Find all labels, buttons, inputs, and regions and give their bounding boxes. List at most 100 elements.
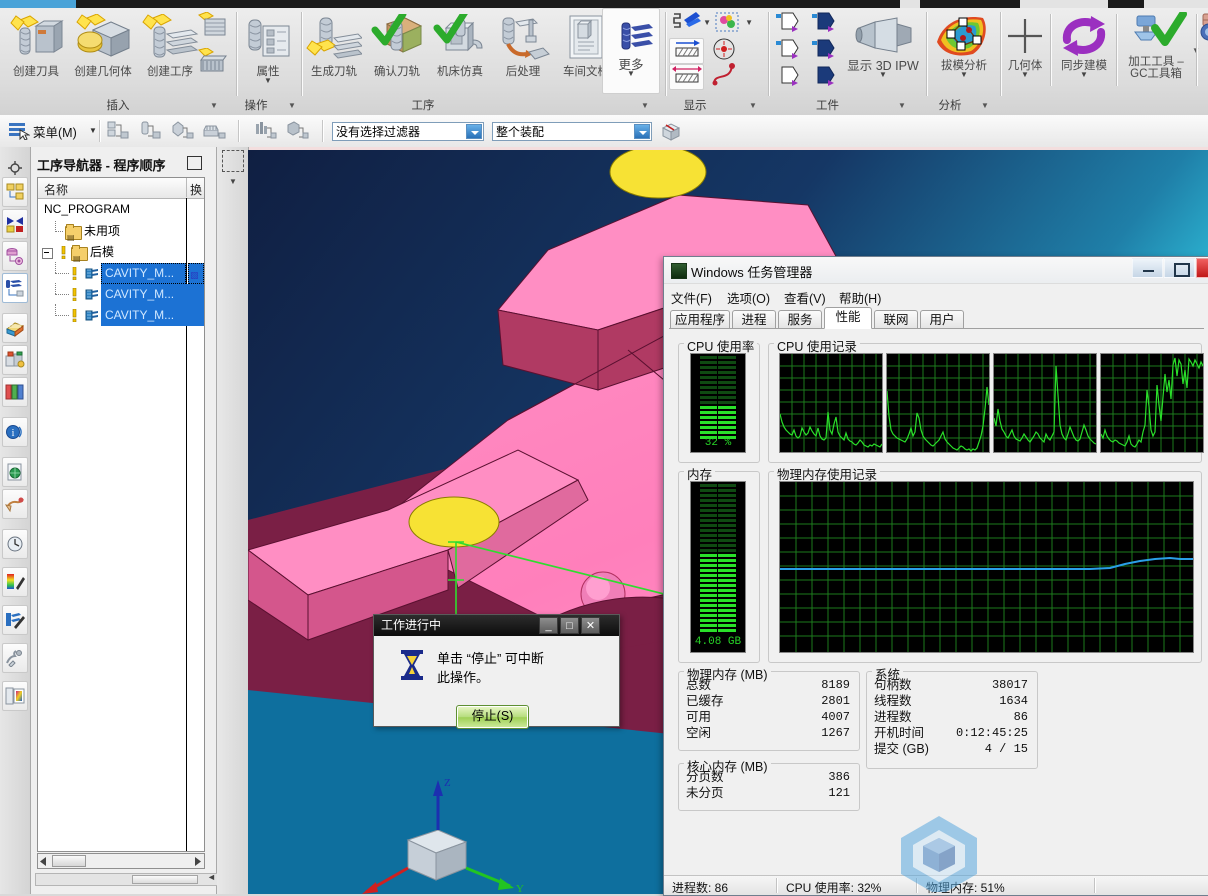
ribbon-button-ipw-5[interactable] xyxy=(772,64,804,90)
ribbon-button-draft-analysis[interactable]: 拔模分析 ▼ xyxy=(930,12,998,79)
tree-row-nc-program[interactable]: NC_PROGRAM xyxy=(38,199,204,220)
chevron-down-icon[interactable] xyxy=(466,124,482,139)
dialog-close-button[interactable]: ✕ xyxy=(581,617,600,634)
toolbar-button-geometry-view[interactable] xyxy=(170,120,194,145)
tab-users[interactable]: 用户 xyxy=(920,310,964,329)
ribbon-button-display-point[interactable] xyxy=(709,36,739,62)
ribbon-button-machining-toolbox[interactable]: 加工工具 – GC工具箱 xyxy=(1120,12,1192,80)
draft-analysis-caret[interactable]: ▼ xyxy=(930,71,998,79)
ribbon-button-show-3d-ipw[interactable]: 显示 3D IPW ▼ xyxy=(844,14,922,79)
ribbon-button-display-hatch-1[interactable] xyxy=(669,38,704,64)
display-section-caret[interactable]: ▼ xyxy=(745,19,753,27)
active-ribbon-tab[interactable] xyxy=(0,0,76,8)
tab-networking[interactable]: 联网 xyxy=(874,310,918,329)
ribbon-button-machine-simulation[interactable]: 机床仿真 xyxy=(429,14,491,78)
more-dropdown-caret[interactable]: ▼ xyxy=(603,70,659,78)
rail-item-roles[interactable] xyxy=(2,681,28,711)
display-toolpath-caret[interactable]: ▼ xyxy=(703,19,711,27)
rail-item-history-palette[interactable] xyxy=(2,489,28,519)
rail-item-assembly-navigator[interactable] xyxy=(2,177,28,207)
toolbar-button-program-order[interactable] xyxy=(106,120,130,145)
ribbon-button-ipw-1[interactable] xyxy=(772,10,804,36)
ribbon-button-create-tool[interactable]: 创建刀具 xyxy=(5,14,67,78)
task-manager-tabs[interactable]: 应用程序 进程 服务 性能 联网 用户 xyxy=(664,306,1208,329)
ribbon-button-generate-toolpath[interactable]: 生成刀轨 xyxy=(303,14,365,78)
rail-item-part-navigator[interactable] xyxy=(2,241,28,271)
ribbon-button-insert-extra-2[interactable] xyxy=(190,48,228,78)
ribbon-button-ipw-3[interactable] xyxy=(772,37,804,63)
tab-services[interactable]: 服务 xyxy=(778,310,822,329)
ribbon-button-ipw-4[interactable] xyxy=(808,37,840,63)
tree-row-operation-2[interactable]: CAVITY_M... xyxy=(38,283,204,305)
menu-button[interactable]: 菜单(M) xyxy=(33,122,77,141)
synchronous-modeling-caret[interactable]: ▼ xyxy=(1054,71,1114,79)
rail-item-operation-navigator[interactable] xyxy=(2,273,28,303)
ribbon-button-display-toolpath[interactable]: ▼ xyxy=(669,10,711,36)
ribbon-button-geometry[interactable]: 几何体 ▼ xyxy=(1002,14,1048,79)
toolbar-button-tool-list[interactable] xyxy=(253,120,277,145)
toolbar-button-display-scope[interactable] xyxy=(660,122,682,145)
ribbon-button-verify-toolpath[interactable]: 确认刀轨 xyxy=(366,14,428,78)
scroll-right-arrow-icon[interactable] xyxy=(193,857,201,866)
rail-item-reuse-library[interactable] xyxy=(2,313,28,343)
ribbon-button-display-section[interactable]: ▼ xyxy=(711,10,753,36)
rail-item-help-info[interactable]: i xyxy=(2,417,28,447)
menu-view[interactable]: 查看(V) xyxy=(784,288,826,307)
rail-item-system-visual[interactable] xyxy=(2,643,28,673)
ribbon-group-expand-workpiece[interactable]: ▼ xyxy=(898,101,906,110)
selection-filter-combo[interactable]: 没有选择过滤器 xyxy=(332,122,484,141)
menu-glyph-icon[interactable] xyxy=(8,120,31,141)
selection-box-icon[interactable] xyxy=(222,150,244,172)
dialog-minimize-button[interactable]: _ xyxy=(539,617,558,634)
close-button[interactable] xyxy=(1196,258,1208,278)
toolbar-button-workpiece-list[interactable] xyxy=(285,120,309,145)
navigator-pin-button[interactable] xyxy=(187,156,202,170)
ribbon-button-synchronous-modeling[interactable]: 同步建模 ▼ xyxy=(1054,14,1114,79)
ribbon-button-display-hatch-2[interactable] xyxy=(669,64,704,90)
task-manager-window[interactable]: Windows 任务管理器 文件(F) 选项(O) 查看(V) 帮助(H) 应用… xyxy=(663,256,1208,896)
maximize-button[interactable] xyxy=(1164,258,1195,278)
menu-options[interactable]: 选项(O) xyxy=(727,288,770,307)
ribbon-button-properties[interactable]: 属性 ▼ xyxy=(240,16,296,85)
menu-file[interactable]: 文件(F) xyxy=(671,288,712,307)
rail-item-web-browser[interactable] xyxy=(2,457,28,487)
ribbon-button-postprocess[interactable]: 后处理 xyxy=(492,14,554,78)
viewport-toolbar-caret-icon[interactable]: ▼ xyxy=(229,177,237,186)
tree-row-unused[interactable]: ▤ 未用项 xyxy=(38,221,204,242)
scrollbar-thumb[interactable] xyxy=(132,875,198,884)
column-divider[interactable] xyxy=(186,178,187,197)
tree-row-operation-1[interactable]: CAVITY_M... ▨ xyxy=(38,262,204,284)
tree-row-rear-mold[interactable]: ▤ 后模 xyxy=(38,242,204,263)
rail-item-hd3d-tools[interactable] xyxy=(2,345,28,375)
chevron-down-icon[interactable] xyxy=(634,124,650,139)
ribbon-tab-strip[interactable] xyxy=(0,0,1208,8)
stop-button[interactable]: 停止(S) xyxy=(456,705,529,729)
ribbon-button-more[interactable]: 更多 ▼ xyxy=(602,8,660,94)
assembly-scope-combo[interactable]: 整个装配 xyxy=(492,122,652,141)
panel-collapse-arrow-icon[interactable]: ◄ xyxy=(207,872,216,882)
tab-applications[interactable]: 应用程序 xyxy=(670,310,730,329)
minimize-button[interactable] xyxy=(1132,258,1163,278)
scroll-left-arrow-icon[interactable] xyxy=(40,857,48,866)
rail-item-resource-bar[interactable] xyxy=(2,377,28,407)
navigator-tree[interactable]: 名称 换 NC_PROGRAM ▤ 未用项 ▤ 后模 CAVITY_M... ▨… xyxy=(37,177,205,852)
ribbon-button-create-geometry[interactable]: 创建几何体 xyxy=(68,14,138,78)
rail-item-history-clock[interactable] xyxy=(2,529,28,559)
tree-expander[interactable] xyxy=(42,248,53,259)
ribbon-button-overflow[interactable] xyxy=(1198,12,1208,52)
rail-item-constraint-navigator[interactable] xyxy=(2,209,28,239)
properties-dropdown-caret[interactable]: ▼ xyxy=(240,77,296,85)
navigator-horizontal-scrollbar[interactable] xyxy=(37,853,205,869)
ribbon-group-expand-analysis[interactable]: ▼ xyxy=(981,101,989,110)
ribbon-button-display-curve[interactable] xyxy=(709,62,739,88)
rail-item-system-scenes[interactable] xyxy=(2,605,28,635)
tab-processes[interactable]: 进程 xyxy=(732,310,776,329)
tree-row-operation-3[interactable]: CAVITY_M... xyxy=(38,304,204,326)
toolbar-button-machine-tool-view[interactable] xyxy=(138,120,162,145)
ribbon-group-expand-insert[interactable]: ▼ xyxy=(210,101,218,110)
ribbon-button-ipw-6[interactable] xyxy=(808,64,840,90)
dialog-maximize-button[interactable]: □ xyxy=(560,617,579,634)
rail-item-system-materials[interactable] xyxy=(2,567,28,597)
tab-performance[interactable]: 性能 xyxy=(824,307,872,329)
task-manager-title-bar[interactable]: Windows 任务管理器 xyxy=(664,257,1208,283)
